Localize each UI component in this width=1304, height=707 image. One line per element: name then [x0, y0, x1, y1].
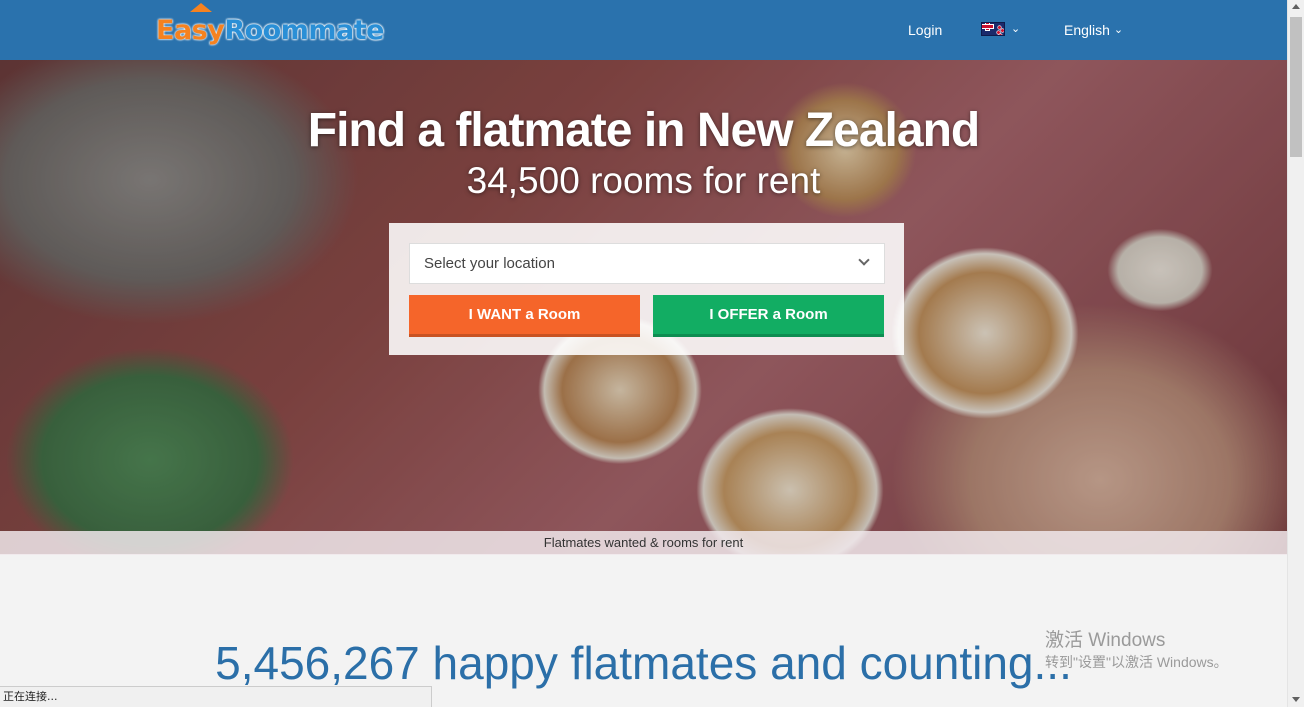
hero-title: Find a flatmate in New Zealand	[307, 104, 980, 157]
scroll-up-arrow-icon[interactable]	[1292, 4, 1300, 9]
country-selector[interactable]: ⌄	[981, 22, 1020, 36]
new-zealand-flag-icon	[981, 22, 1005, 36]
chevron-down-icon: ⌄	[1011, 22, 1021, 35]
scrollbar-thumb[interactable]	[1290, 17, 1302, 157]
top-header: Easy Roommate Login ⌄ English ⌄	[0, 0, 1287, 60]
hero-subtitle: 34,500 rooms for rent	[466, 160, 821, 201]
hero-caption: Flatmates wanted & rooms for rent	[0, 531, 1287, 555]
location-select[interactable]: Select your location	[409, 243, 885, 284]
chevron-down-icon: ⌄	[1113, 23, 1124, 36]
offer-room-button[interactable]: I OFFER a Room	[653, 295, 884, 337]
house-roof-icon	[190, 3, 212, 12]
windows-activation-title: 激活 Windows	[1045, 630, 1166, 651]
language-label: English	[1064, 22, 1110, 38]
search-panel: Select your location I WANT a Room I OFF…	[389, 223, 904, 355]
login-link[interactable]: Login	[908, 22, 942, 38]
vertical-scrollbar[interactable]	[1287, 0, 1304, 707]
easyroommate-logo[interactable]: Easy Roommate	[156, 3, 384, 50]
browser-status-bar: 正在连接...	[0, 686, 432, 707]
windows-activation-subtitle: 转到"设置"以激活 Windows。	[1045, 654, 1228, 670]
hero-banner: Find a flatmate in New Zealand 34,500 ro…	[0, 60, 1287, 554]
location-placeholder: Select your location	[424, 255, 555, 272]
chevron-down-icon	[858, 254, 870, 266]
logo-easy-text: Easy	[156, 14, 225, 46]
language-selector[interactable]: English ⌄	[1064, 22, 1123, 38]
want-room-button[interactable]: I WANT a Room	[409, 295, 640, 337]
logo-roommate-text: Roommate	[224, 14, 384, 46]
scroll-down-arrow-icon[interactable]	[1292, 697, 1300, 702]
